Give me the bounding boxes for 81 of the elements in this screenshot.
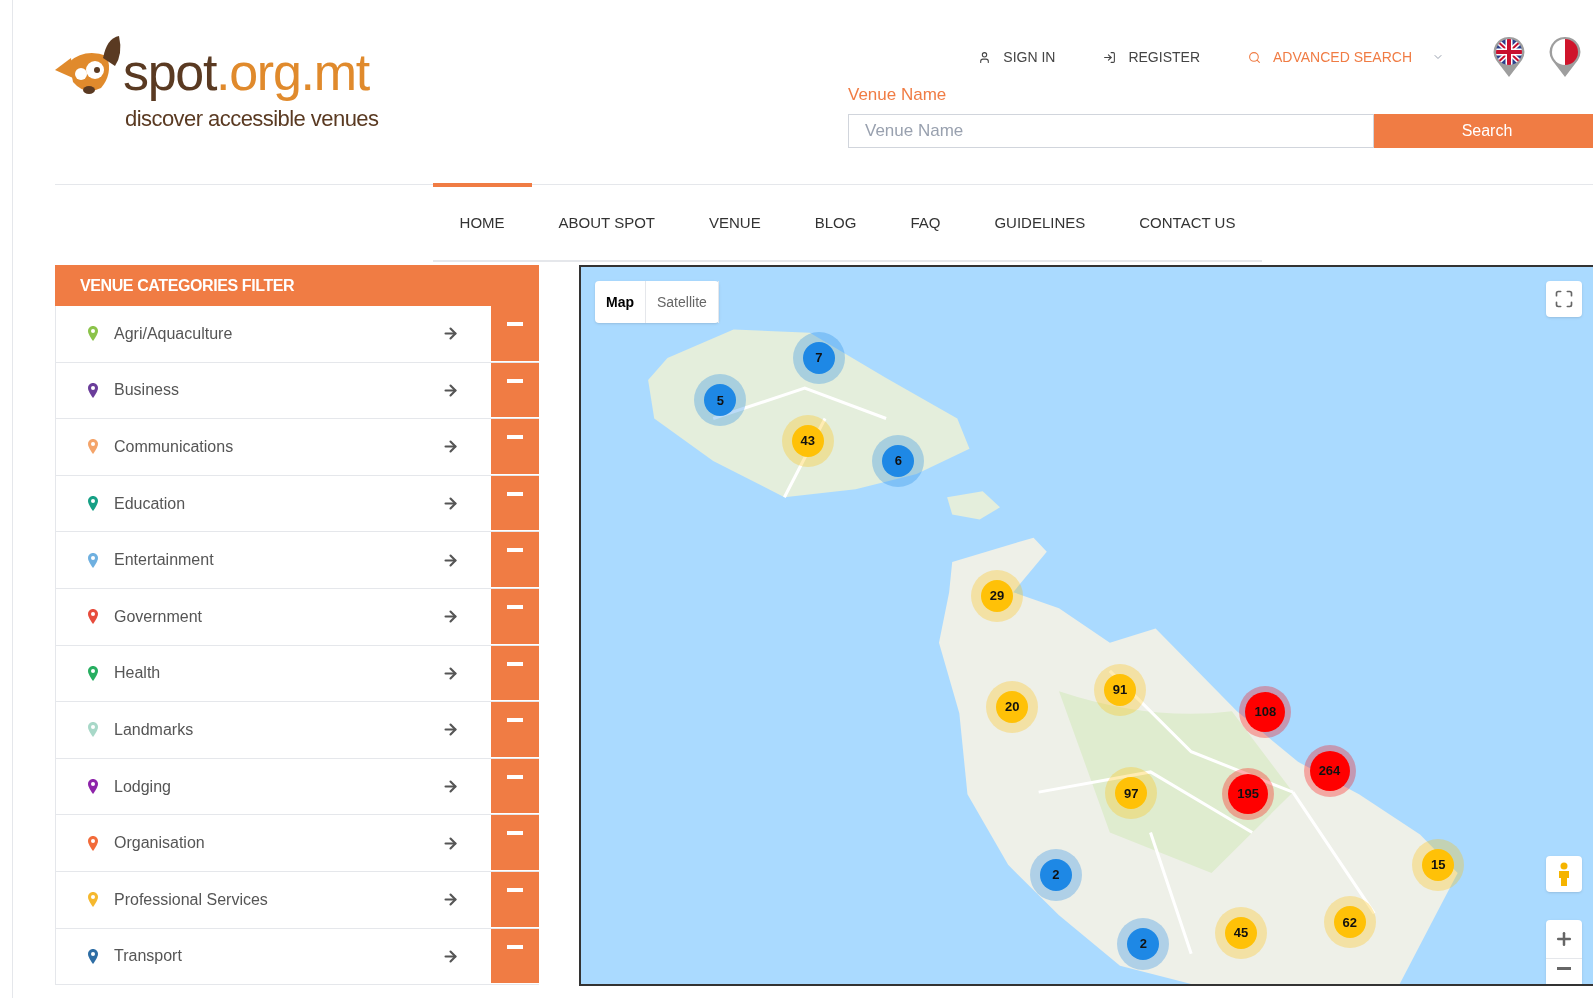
collapse-button[interactable] xyxy=(491,645,539,702)
nav-tab[interactable]: GUIDELINES xyxy=(967,183,1113,260)
uk-flag-icon[interactable] xyxy=(1492,36,1526,78)
arrow-icon xyxy=(442,438,459,456)
collapse-button[interactable] xyxy=(491,306,539,362)
minus-icon xyxy=(507,718,523,723)
login-icon xyxy=(1103,50,1117,64)
category-item[interactable]: Health xyxy=(56,645,491,702)
malta-flag-icon[interactable] xyxy=(1548,36,1582,78)
collapse-button[interactable] xyxy=(491,588,539,645)
minus-icon xyxy=(507,774,523,779)
minus-icon xyxy=(507,378,523,383)
map-pin-icon xyxy=(88,439,98,455)
category-item[interactable]: Professional Services xyxy=(56,871,491,928)
minus-icon xyxy=(507,435,523,440)
header-link[interactable]: SIGN IN xyxy=(978,46,1056,68)
map-pin-icon xyxy=(88,326,98,342)
category-item[interactable]: Landmarks xyxy=(56,702,491,758)
map-type-tab[interactable]: Satellite xyxy=(646,281,719,323)
collapse-button[interactable] xyxy=(491,702,539,758)
map-pin-icon xyxy=(88,496,98,512)
map-pin-icon xyxy=(88,948,98,964)
minus-icon xyxy=(1557,967,1571,970)
minus-icon xyxy=(507,491,523,496)
search-icon xyxy=(1248,50,1261,64)
minus-icon xyxy=(507,661,523,666)
field-label: Venue Name xyxy=(848,84,948,106)
category-item[interactable]: Lodging xyxy=(56,758,491,815)
arrow-icon xyxy=(442,608,459,626)
pegman-icon xyxy=(1557,862,1571,886)
minus-icon xyxy=(507,322,523,326)
minus-icon xyxy=(507,604,523,609)
fullscreen-button[interactable] xyxy=(1546,281,1582,317)
venue-name-field[interactable]: Venue Name xyxy=(848,113,1374,148)
collapse-button[interactable] xyxy=(491,928,539,985)
map-pin-icon xyxy=(88,609,98,625)
fullscreen-icon xyxy=(1554,289,1574,309)
sidebar-header: VENUE CATEGORIES FILTER xyxy=(55,265,539,306)
category-item[interactable]: Agri/Aquaculture xyxy=(56,306,491,362)
nav-tab[interactable]: CONTACT US xyxy=(1112,183,1263,260)
collapse-button[interactable] xyxy=(491,475,539,532)
collapse-button[interactable] xyxy=(491,758,539,815)
nav-tab[interactable]: ABOUT SPOT xyxy=(531,183,682,260)
map-pin-icon xyxy=(88,382,98,398)
header-link[interactable]: REGISTER xyxy=(1103,46,1200,68)
nav-tab[interactable]: VENUE xyxy=(682,183,788,260)
street-view-button[interactable] xyxy=(1546,856,1582,892)
category-item[interactable]: Business xyxy=(56,362,491,419)
minus-icon xyxy=(507,548,523,553)
logo-tagline: discover accessible venues xyxy=(125,105,379,133)
user-icon xyxy=(978,50,992,64)
collapse-button[interactable] xyxy=(491,362,539,419)
map-type-tab[interactable]: Map xyxy=(595,281,646,323)
map-pin-icon xyxy=(88,835,98,851)
map-pin-icon xyxy=(88,665,98,681)
category-item[interactable]: Education xyxy=(56,475,491,532)
plus-icon xyxy=(1554,929,1574,949)
category-item[interactable]: Communications xyxy=(56,419,491,475)
category-item[interactable]: Entertainment xyxy=(56,532,491,588)
map-pin-icon xyxy=(88,552,98,568)
category-item[interactable]: Transport xyxy=(56,928,491,985)
collapse-button[interactable] xyxy=(491,532,539,588)
arrow-icon xyxy=(442,721,459,739)
collapse-button[interactable] xyxy=(491,871,539,928)
map-pin-icon xyxy=(88,722,98,738)
category-item[interactable]: Government xyxy=(56,588,491,645)
category-item[interactable]: Organisation xyxy=(56,815,491,871)
nav-tab[interactable]: FAQ xyxy=(883,183,968,260)
collapse-button[interactable] xyxy=(491,815,539,871)
arrow-icon xyxy=(442,891,459,909)
minus-icon xyxy=(507,887,523,892)
arrow-icon xyxy=(442,778,459,796)
collapse-button[interactable] xyxy=(491,419,539,475)
map-pin-icon xyxy=(88,892,98,908)
nav-tab[interactable]: HOME xyxy=(432,183,532,260)
minus-icon xyxy=(507,944,523,949)
nav-tab[interactable]: BLOG xyxy=(787,183,884,260)
map-pin-icon xyxy=(88,779,98,795)
arrow-icon xyxy=(442,551,459,569)
minus-icon xyxy=(507,831,523,836)
arrow-icon xyxy=(442,947,459,965)
